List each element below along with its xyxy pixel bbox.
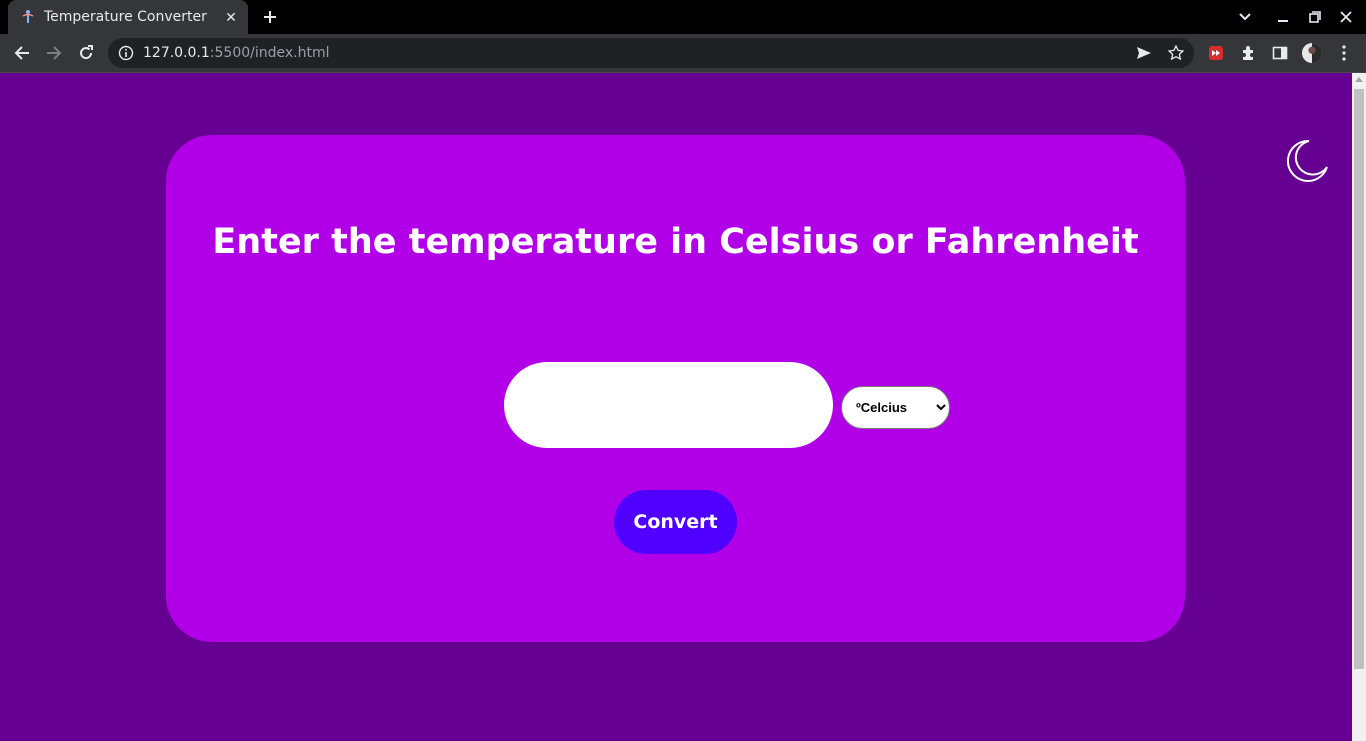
convert-button[interactable]: Convert [614, 490, 737, 554]
puzzle-icon [1243, 46, 1253, 60]
close-tab-icon[interactable]: ✕ [222, 8, 240, 26]
close-window-button[interactable] [1336, 7, 1356, 27]
url-path: :5500/index.html [209, 45, 330, 61]
new-tab-button[interactable] [258, 5, 282, 29]
forward-button[interactable] [42, 41, 66, 65]
tab-title: Temperature Converter [44, 9, 207, 25]
converter-card: Enter the temperature in Celsius or Fahr… [166, 135, 1185, 642]
media-extension-icon [1209, 46, 1223, 60]
arrow-left-icon [14, 46, 29, 60]
page-title: Enter the temperature in Celsius or Fahr… [212, 222, 1139, 262]
extension-button[interactable] [1206, 43, 1226, 63]
send-icon[interactable] [1136, 45, 1152, 61]
back-button[interactable] [10, 41, 34, 65]
browser-menu-button[interactable] [1334, 43, 1354, 63]
arrow-right-icon [47, 46, 62, 60]
avatar [1302, 43, 1322, 63]
url-text: 127.0.0.1:5500/index.html [143, 45, 330, 61]
browser-tab[interactable]: Temperature Converter ✕ [8, 0, 248, 34]
browser-toolbar: 127.0.0.1:5500/index.html [0, 34, 1366, 72]
star-icon[interactable] [1168, 45, 1184, 61]
close-icon [1340, 11, 1352, 23]
temperature-input[interactable] [504, 362, 833, 448]
restore-button[interactable] [1305, 7, 1325, 27]
minimize-icon [1278, 20, 1288, 22]
more-vert-icon [1342, 45, 1346, 61]
reload-icon [80, 45, 93, 60]
chevron-down-icon [1239, 13, 1251, 21]
scroll-up-arrow-icon[interactable] [1355, 77, 1363, 82]
tab-search-button[interactable] [1235, 7, 1255, 27]
url-host: 127.0.0.1 [143, 45, 210, 61]
moon-icon[interactable] [1281, 137, 1329, 185]
browser-tab-strip: Temperature Converter ✕ [0, 0, 1366, 34]
reload-button[interactable] [74, 41, 98, 65]
restore-icon [1309, 11, 1321, 23]
side-panel-button[interactable] [1270, 43, 1290, 63]
extensions-menu-button[interactable] [1238, 43, 1258, 63]
page-scrollbar[interactable] [1352, 73, 1366, 741]
favicon-icon [22, 10, 34, 23]
address-bar[interactable]: 127.0.0.1:5500/index.html [108, 38, 1194, 68]
plus-icon [264, 11, 276, 23]
scrollbar-thumb[interactable] [1354, 89, 1364, 669]
profile-button[interactable] [1302, 43, 1322, 63]
side-panel-icon [1272, 46, 1288, 60]
info-icon[interactable] [118, 45, 134, 61]
minimize-button[interactable] [1273, 7, 1293, 27]
page-viewport: Enter the temperature in Celsius or Fahr… [0, 73, 1352, 741]
unit-select[interactable]: ºCelcius [841, 386, 950, 429]
